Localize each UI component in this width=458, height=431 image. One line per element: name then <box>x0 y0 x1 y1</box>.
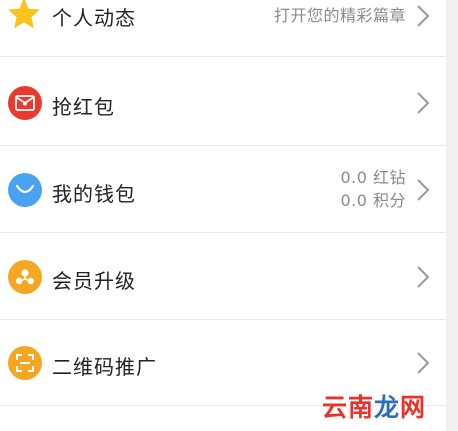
menu-item-personal-feed[interactable]: 个人动态 打开您的精彩篇章 <box>0 0 446 38</box>
chevron-right-icon <box>417 266 430 288</box>
watermark-part: 云南 <box>322 393 375 422</box>
menu-item-member-upgrade[interactable]: 会员升级 <box>0 254 446 300</box>
wallet-balance: 0.0 红钻 0.0 积分 <box>340 166 406 212</box>
red-diamond-balance: 0.0 红钻 <box>340 168 406 187</box>
divider <box>0 56 446 57</box>
chevron-right-icon <box>417 179 430 201</box>
scroll-edge <box>446 0 458 431</box>
menu-item-label: 我的钱包 <box>52 182 136 206</box>
menu-item-label: 抢红包 <box>52 95 115 119</box>
divider <box>0 232 446 233</box>
menu-item-qr-promotion[interactable]: 二维码推广 <box>0 340 446 386</box>
red-envelope-icon <box>8 86 42 120</box>
wallet-icon <box>8 173 42 207</box>
menu-item-value: 打开您的精彩篇章 <box>273 6 406 25</box>
chevron-right-icon <box>417 352 430 374</box>
divider <box>0 319 446 320</box>
star-icon <box>6 0 42 32</box>
menu-item-wallet[interactable]: 我的钱包 0.0 红钻 0.0 积分 <box>0 166 446 214</box>
divider <box>0 145 446 146</box>
watermark: 云南龙网 <box>322 388 426 424</box>
member-upgrade-icon <box>8 260 42 294</box>
menu-item-red-envelope[interactable]: 抢红包 <box>0 80 446 126</box>
menu-item-label: 个人动态 <box>52 6 136 30</box>
watermark-part: 网 <box>400 393 427 422</box>
points-balance: 0.0 积分 <box>340 191 406 210</box>
chevron-right-icon <box>417 5 430 27</box>
qr-code-icon <box>8 346 42 380</box>
menu-item-label: 会员升级 <box>52 269 136 293</box>
watermark-part: 龙 <box>374 393 401 422</box>
menu-item-label: 二维码推广 <box>52 355 157 379</box>
chevron-right-icon <box>417 92 430 114</box>
